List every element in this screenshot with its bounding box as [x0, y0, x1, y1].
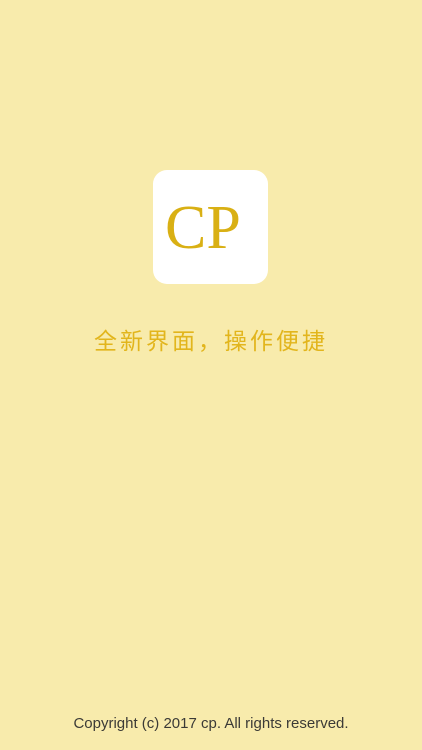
splash-screen: CP 全新界面，操作便捷 Copyright (c) 2017 cp. All … [0, 0, 422, 750]
app-logo: CP [153, 170, 268, 284]
cp-monogram-icon: CP [165, 194, 241, 262]
logo-letter-c: CP [165, 194, 241, 262]
copyright-text: Copyright (c) 2017 cp. All rights reserv… [73, 715, 349, 732]
tagline: 全新界面，操作便捷 [94, 329, 328, 355]
